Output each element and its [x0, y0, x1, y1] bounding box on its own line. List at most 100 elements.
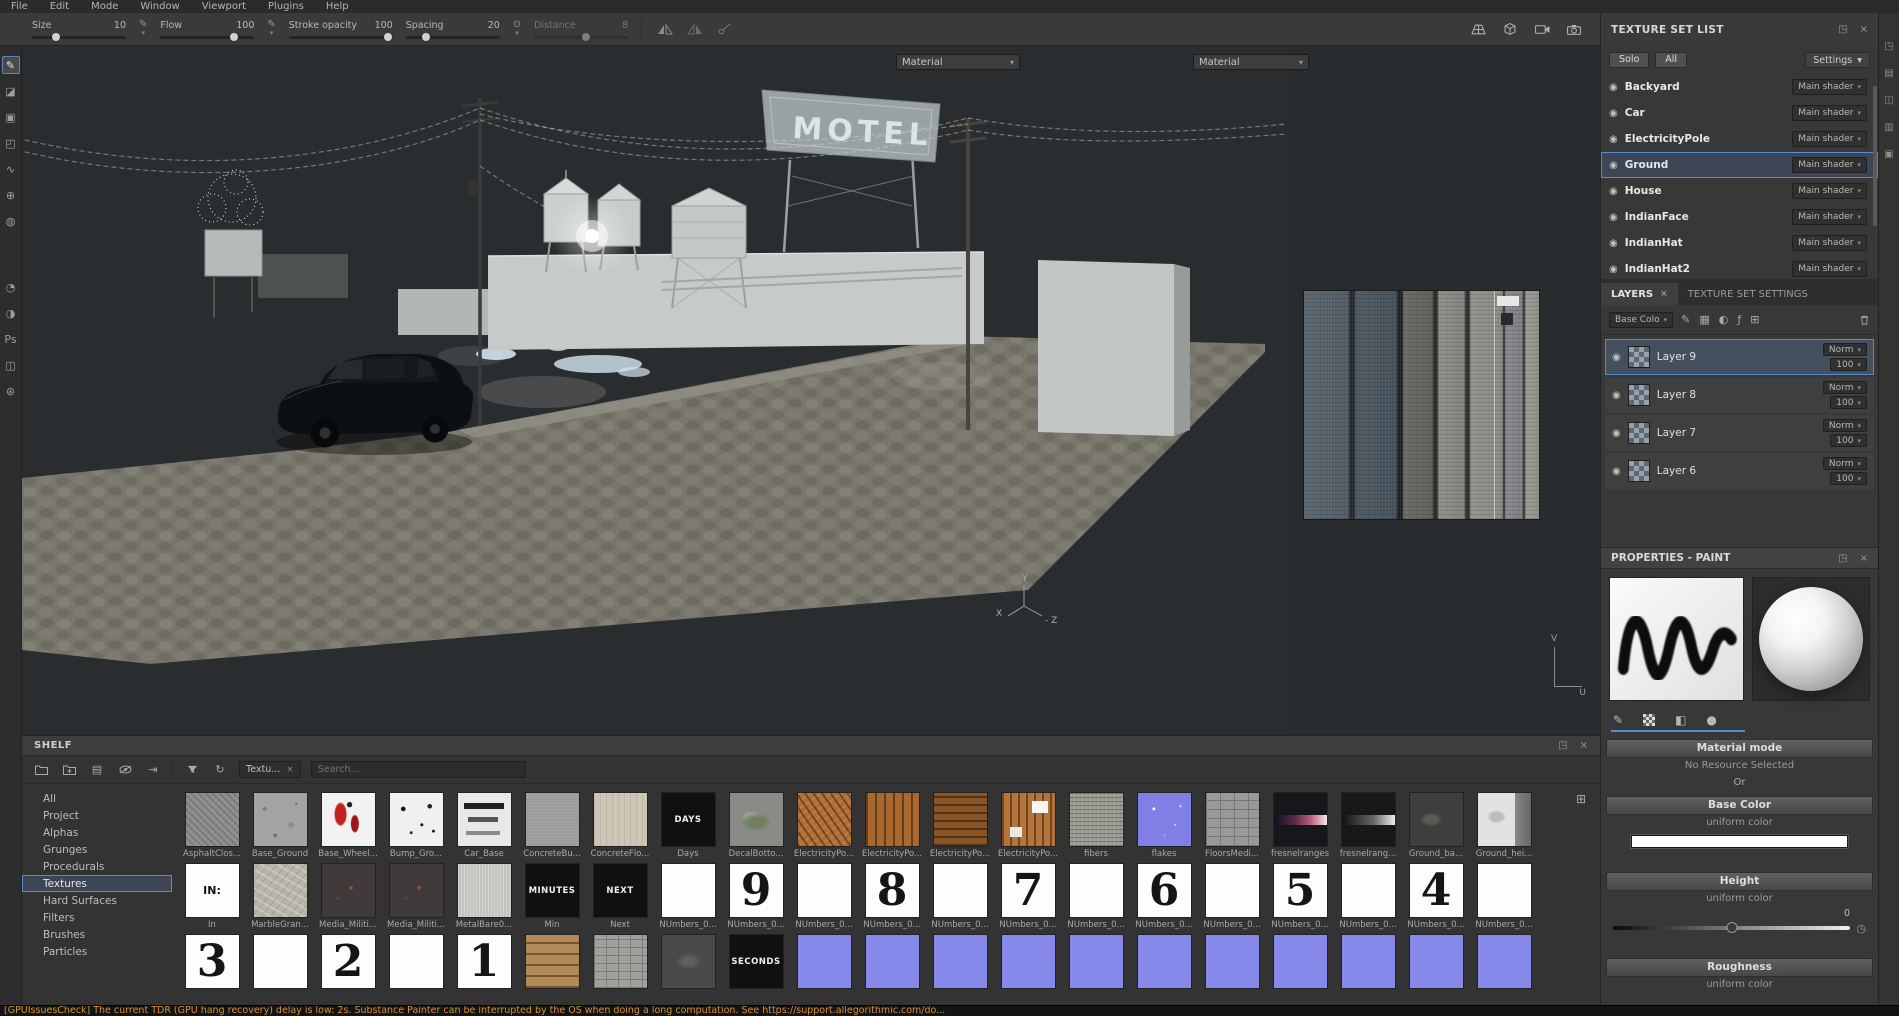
blend-mode-dropdown[interactable]: Norm ▾ [1822, 381, 1867, 394]
shelf-thumbnail[interactable]: NUmbers_0... [1062, 863, 1130, 934]
shelf-thumbnail[interactable]: ElectricityPo... [790, 792, 858, 863]
shelf-thumbnail[interactable]: 8 NUmbers_0... [858, 863, 926, 934]
texture-set-visibility-icon[interactable]: ◉ [1609, 212, 1618, 223]
layer-visibility-icon[interactable]: ◉ [1612, 390, 1621, 401]
log-panel-toggle[interactable]: ▣ [1884, 149, 1893, 160]
mirror-icon[interactable] [685, 19, 705, 39]
texture-set-row-backyard[interactable]: ◉ Backyard Main shader ▾ [1601, 74, 1878, 100]
texture-set-list-panel-toggle[interactable]: ◳ [1884, 41, 1893, 52]
shelf-thumbnail[interactable]: 9 NUmbers_0... [722, 863, 790, 934]
menu-item[interactable]: File [0, 0, 39, 13]
smudge-tool[interactable]: ∿ [2, 160, 20, 178]
eraser-tool[interactable]: ◪ [2, 82, 20, 100]
shader-dropdown[interactable]: Main shader ▾ [1792, 235, 1867, 251]
layer-row-9[interactable]: ◉ Layer 9 Norm ▾ 100 ▾ [1605, 339, 1874, 375]
shelf-thumbnail[interactable]: Media_Militi... [382, 863, 450, 934]
texture-set-row-car[interactable]: ◉ Car Main shader ▾ [1601, 100, 1878, 126]
shelf-thumbnail[interactable]: NUmbers_0... [654, 863, 722, 934]
stencil-properties-tab[interactable]: ◧ [1675, 713, 1686, 727]
channel-filter-dropdown[interactable]: Base Colo ▾ [1609, 311, 1674, 328]
paint-tool[interactable]: ✎ [1, 56, 20, 74]
mesh-cube-icon[interactable] [1500, 19, 1520, 39]
search-input[interactable] [310, 761, 526, 778]
shader-dropdown[interactable]: Main shader ▾ [1792, 79, 1867, 95]
texture-set-visibility-icon[interactable]: ◉ [1609, 264, 1618, 275]
shader-dropdown[interactable]: Main shader ▾ [1792, 261, 1867, 277]
menu-item[interactable]: Window [129, 0, 190, 13]
menu-item[interactable]: Mode [80, 0, 129, 13]
texture-set-visibility-icon[interactable]: ◉ [1609, 160, 1618, 171]
texture-set-row-house[interactable]: ◉ House Main shader ▾ [1601, 178, 1878, 204]
shelf-category[interactable]: Hard Surfaces [22, 892, 172, 909]
shelf-thumbnail[interactable] [790, 934, 858, 1005]
shelf-thumbnail[interactable] [518, 934, 586, 1005]
shelf-thumbnail[interactable]: ElectricityPo... [858, 792, 926, 863]
shelf-thumbnail[interactable]: Ground_ba... [1402, 792, 1470, 863]
lazy-mouse-icon[interactable] [715, 19, 735, 39]
texture-set-row-indianhat[interactable]: ◉ IndianHat Main shader ▾ [1601, 230, 1878, 256]
shelf-thumbnail[interactable] [858, 934, 926, 1005]
texture-set-visibility-icon[interactable]: ◉ [1609, 186, 1618, 197]
layer-opacity-dropdown[interactable]: 100 ▾ [1830, 358, 1867, 371]
base-color-swatch[interactable] [1631, 835, 1848, 848]
symmetry-tool[interactable]: ◑ [2, 304, 20, 322]
2d-view-channel-dropdown[interactable]: Material ▾ [1193, 54, 1309, 70]
shelf-category[interactable]: Textures [22, 875, 172, 892]
shelf-thumbnail[interactable]: Bump_Gro... [382, 792, 450, 863]
add-mask-icon[interactable]: ◐ [1719, 313, 1729, 326]
shelf-category[interactable]: Grunges [22, 841, 172, 858]
shelf-thumbnail[interactable]: NUmbers_0... [790, 863, 858, 934]
shelf-thumbnail[interactable] [1130, 934, 1198, 1005]
tab-texture-set-settings[interactable]: TEXTURE SET SETTINGS [1678, 283, 1818, 305]
layer-row-8[interactable]: ◉ Layer 8 Norm ▾ 100 ▾ [1605, 377, 1874, 413]
texture-set-visibility-icon[interactable]: ◉ [1609, 238, 1618, 249]
shelf-thumbnail[interactable] [382, 934, 450, 1005]
filter-funnel-icon[interactable] [183, 761, 201, 779]
shelf-thumbnail[interactable]: Base_Ground [246, 792, 314, 863]
properties-panel-toggle[interactable]: ◫ [1884, 95, 1893, 106]
shelf-thumbnail[interactable] [1402, 934, 1470, 1005]
refresh-icon[interactable]: ↻ [211, 761, 229, 779]
blend-mode-dropdown[interactable]: Norm ▾ [1822, 457, 1867, 470]
menu-item[interactable]: Plugins [257, 0, 315, 13]
3d-scene[interactable]: MOTEL Y X - Z [22, 46, 1288, 735]
shelf-category[interactable]: Alphas [22, 824, 172, 841]
shelf-thumbnail[interactable]: Media_Militi... [314, 863, 382, 934]
shelf-thumbnail[interactable] [1198, 934, 1266, 1005]
layer-opacity-dropdown[interactable]: 100 ▾ [1830, 396, 1867, 409]
flow-pen-pressure-icon[interactable]: ✎ ▾ [267, 20, 275, 38]
add-folder-icon[interactable]: ⊞ [1750, 313, 1759, 326]
shelf-thumbnail[interactable] [1334, 934, 1402, 1005]
shelf-thumbnail[interactable] [246, 934, 314, 1005]
spacing-slider[interactable] [405, 32, 500, 41]
shelf-thumbnail[interactable]: 1 [450, 934, 518, 1005]
export-resources-icon[interactable]: ▤ [88, 761, 106, 779]
perspective-view-icon[interactable] [1468, 19, 1488, 39]
shelf-thumbnail[interactable]: 2 [314, 934, 382, 1005]
brush-properties-tab[interactable]: ✎ [1613, 713, 1623, 727]
shelf-panel-toggle[interactable]: ▥ [1884, 122, 1893, 133]
quick-mask-tool[interactable]: ◔ [2, 278, 20, 296]
layer-visibility-icon[interactable]: ◉ [1612, 428, 1621, 439]
shelf-thumbnail[interactable]: ElectricityPo... [926, 792, 994, 863]
shelf-thumbnail[interactable]: NUmbers_0... [926, 863, 994, 934]
filter-tag-chip[interactable]: Textu... × [239, 761, 301, 778]
shelf-thumbnail[interactable] [1266, 934, 1334, 1005]
shelf-category[interactable]: Filters [22, 909, 172, 926]
shelf-category[interactable]: Project [22, 807, 172, 824]
render-mode[interactable]: ⊛ [2, 382, 20, 400]
clone-tool[interactable]: ⊕ [2, 186, 20, 204]
close-icon[interactable]: × [1580, 740, 1588, 751]
shelf-thumbnail[interactable]: 6 NUmbers_0... [1130, 863, 1198, 934]
shelf-thumbnail[interactable] [1470, 934, 1538, 1005]
height-header[interactable]: Height [1606, 872, 1873, 891]
add-fill-layer-icon[interactable]: ▦ [1699, 313, 1709, 326]
settings-dropdown[interactable]: Settings ▾ [1805, 52, 1870, 68]
shader-dropdown[interactable]: Main shader ▾ [1792, 105, 1867, 121]
shelf-thumbnail[interactable] [1062, 934, 1130, 1005]
shelf-thumbnail[interactable]: 4 NUmbers_0... [1402, 863, 1470, 934]
texture-set-row-indianhat2[interactable]: ◉ IndianHat2 Main shader ▾ [1601, 256, 1878, 279]
camera-icon[interactable] [1532, 19, 1552, 39]
close-icon[interactable]: × [1860, 24, 1868, 35]
spacing-mode-icon[interactable]: ⊙ ▾ [513, 20, 521, 38]
